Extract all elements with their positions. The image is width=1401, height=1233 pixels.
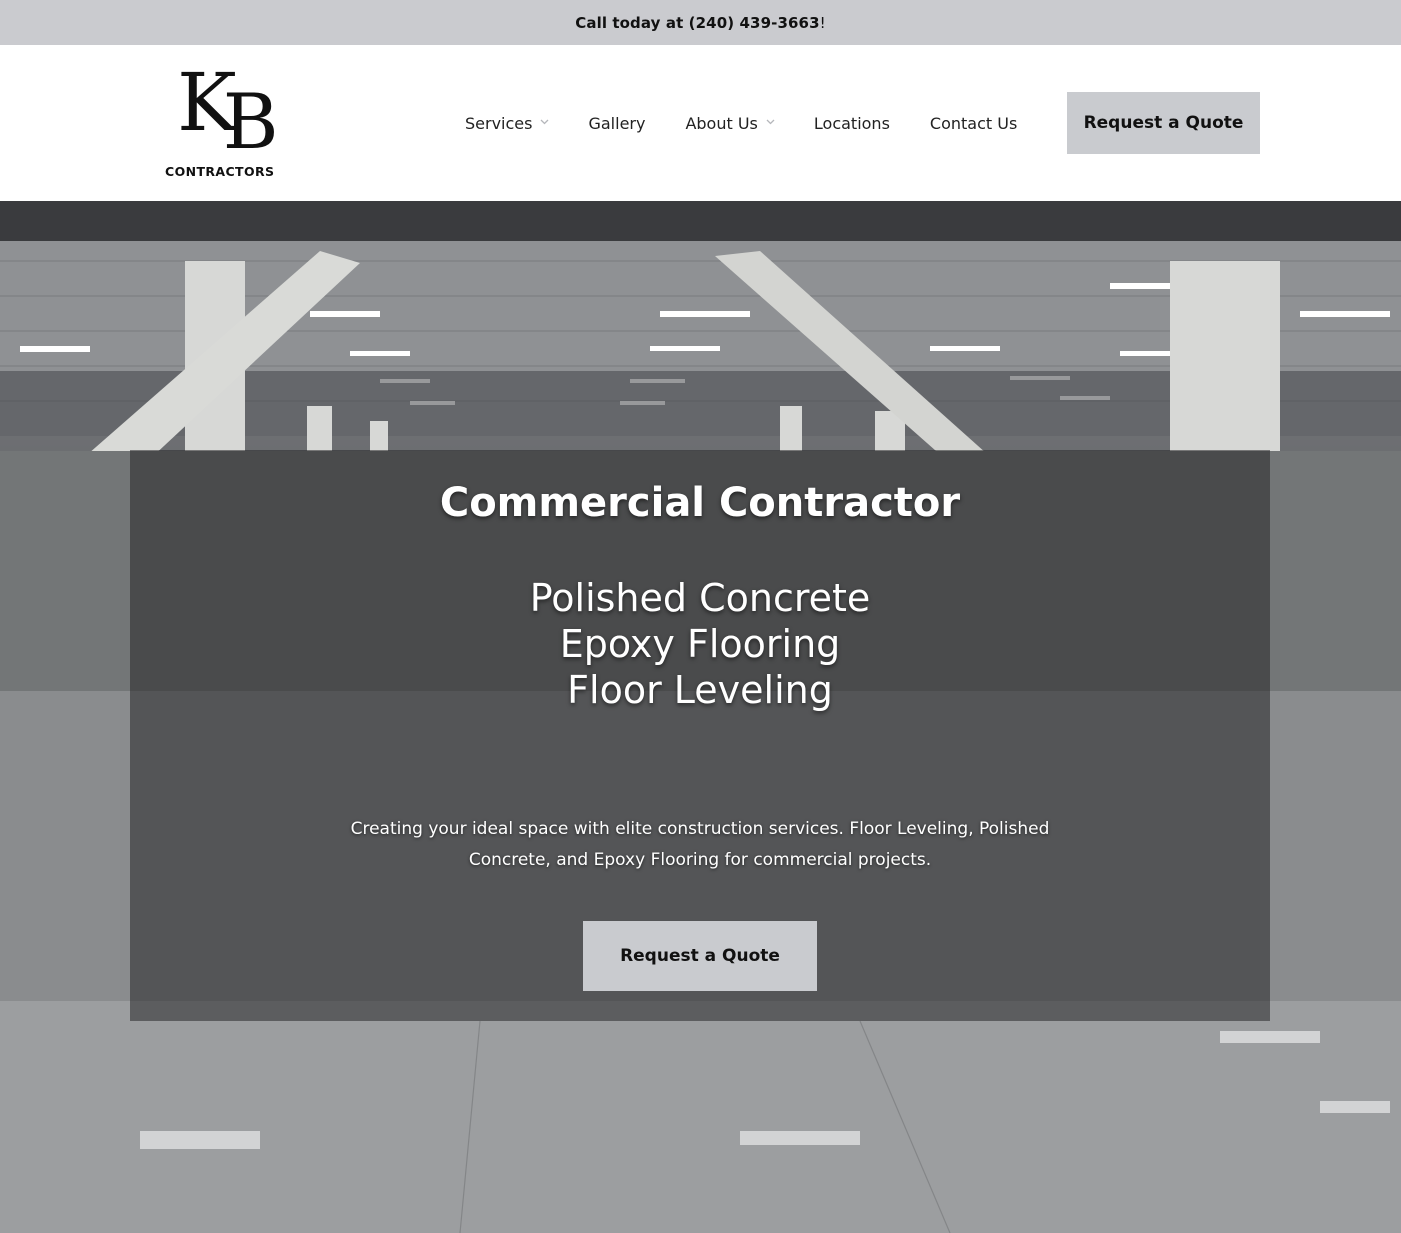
chevron-down-icon <box>766 119 775 127</box>
kb-contractors-logo[interactable]: KB CONTRACTORS <box>163 63 279 183</box>
service-item-polished-concrete: Polished Concrete <box>529 576 871 620</box>
chevron-down-icon <box>540 119 549 127</box>
logo-monogram: KB <box>177 56 279 166</box>
nav-item-label: Contact Us <box>929 113 1018 133</box>
nav-item-gallery[interactable]: Gallery <box>588 114 645 133</box>
hero-services-list: Polished Concrete Epoxy Flooring Floor L… <box>130 575 1270 713</box>
call-phone-text[interactable]: Call today at (240) 439-3663! <box>575 14 825 32</box>
hero-description: Creating your ideal space with elite con… <box>350 819 1050 870</box>
hero-section: Commercial Contractor Polished Concrete … <box>0 201 1401 1233</box>
site-header: KB CONTRACTORS Services Gallery About Us… <box>0 45 1401 201</box>
call-text-suffix: ! <box>819 13 826 32</box>
service-item-floor-leveling: Floor Leveling <box>567 668 833 712</box>
main-nav: Services Gallery About Us Locations Cont… <box>465 45 1017 201</box>
hero-content-panel: Commercial Contractor Polished Concrete … <box>130 450 1270 1021</box>
hero-request-quote-button[interactable]: Request a Quote <box>583 921 817 991</box>
nav-item-contact-us[interactable]: Contact Us <box>930 114 1017 133</box>
logo-wordmark: CONTRACTORS <box>165 164 275 179</box>
service-item-epoxy-flooring: Epoxy Flooring <box>559 622 841 666</box>
nav-item-label: Gallery <box>588 113 646 133</box>
announcement-bar: Call today at (240) 439-3663! <box>0 0 1401 45</box>
nav-item-about-us[interactable]: About Us <box>685 113 775 133</box>
nav-item-locations[interactable]: Locations <box>814 114 890 133</box>
hero-title: Commercial Contractor <box>439 480 961 526</box>
nav-item-label: Services <box>465 113 533 133</box>
nav-item-services[interactable]: Services <box>465 113 549 133</box>
nav-item-label: About Us <box>685 113 758 133</box>
request-quote-button[interactable]: Request a Quote <box>1067 92 1260 154</box>
nav-item-label: Locations <box>813 113 890 133</box>
